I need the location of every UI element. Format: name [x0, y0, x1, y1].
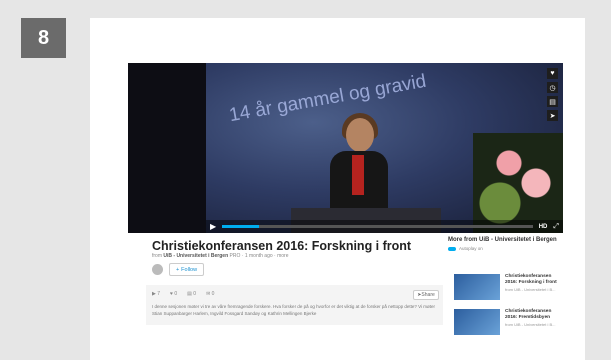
- clock-icon[interactable]: ◷: [547, 82, 558, 93]
- video-player[interactable]: 14 år gammel og gravid ♥ ◷ ▤ ➤ ▶ HD ⤢: [128, 63, 563, 233]
- video-frame: 14 år gammel og gravid: [206, 63, 563, 233]
- progress-bar[interactable]: [222, 225, 533, 228]
- related-title[interactable]: Christiekonferansen 2016: Forskning i fr…: [505, 274, 563, 286]
- byline-from: from: [152, 253, 162, 259]
- progress-fill: [222, 225, 260, 228]
- follow-button[interactable]: + Follow: [169, 263, 204, 276]
- byline: from UiB - Universitetet i Bergen PRO · …: [152, 253, 289, 259]
- speaker-scarf: [352, 155, 364, 195]
- related-item[interactable]: Christiekonferansen 2016: Forskning i fr…: [454, 274, 563, 300]
- heart-icon[interactable]: ♥: [547, 68, 558, 79]
- more-link[interactable]: more: [277, 253, 288, 259]
- autoplay-label: Autoplay on: [459, 246, 483, 252]
- stats: ▶ 7 ♥ 0 ▤ 0 ✉ 0: [152, 291, 214, 297]
- flowers: [473, 133, 563, 233]
- avatar[interactable]: [152, 264, 163, 275]
- follow-label: Follow: [181, 266, 198, 273]
- related-sidebar: More from UiB - Universitetet i Bergen A…: [448, 237, 563, 251]
- pro-badge: PRO: [229, 253, 241, 259]
- related-source: from UiB - Universitetet i B...: [505, 321, 556, 327]
- player-side-icons: ♥ ◷ ▤ ➤: [547, 68, 558, 121]
- slide-text: 14 år gammel og gravid: [227, 70, 428, 127]
- plus-icon: +: [175, 266, 180, 273]
- video-title: Christiekonferansen 2016: Forskning i fr…: [152, 239, 412, 253]
- share-button[interactable]: ➤ Share: [413, 290, 439, 300]
- video-description: I denne sesjonen møter vi tre av våre fr…: [152, 304, 436, 316]
- related-title[interactable]: Christiekonferansen 2016: Fremtidsbyen: [505, 309, 563, 321]
- related-item[interactable]: Christiekonferansen 2016: Fremtidsbyen f…: [454, 309, 563, 335]
- author-link[interactable]: UiB - Universitetet i Bergen: [163, 253, 228, 259]
- thumbnail[interactable]: [454, 309, 500, 335]
- autoplay-toggle[interactable]: Autoplay on: [448, 246, 563, 251]
- likes-stat[interactable]: ♥ 0: [170, 291, 177, 297]
- player-controls: ▶ HD ⤢: [206, 220, 563, 233]
- comments-stat[interactable]: ✉ 0: [206, 291, 214, 297]
- more-from-heading: More from UiB - Universitetet i Bergen: [448, 237, 557, 243]
- related-source: from UiB - Universitetet i B...: [505, 286, 556, 292]
- share-icon[interactable]: ➤: [547, 110, 558, 121]
- play-icon[interactable]: ▶: [210, 222, 216, 231]
- layers-icon[interactable]: ▤: [547, 96, 558, 107]
- fullscreen-icon[interactable]: ⤢: [553, 223, 559, 231]
- collections-stat[interactable]: ▤ 0: [187, 291, 196, 297]
- speaker-head: [346, 118, 374, 152]
- thumbnail[interactable]: [454, 274, 500, 300]
- hd-label[interactable]: HD: [539, 224, 548, 230]
- toggle-switch[interactable]: [448, 246, 456, 251]
- plays-stat: ▶ 7: [152, 291, 161, 297]
- step-badge: 8: [21, 18, 66, 58]
- stats-bar: ▶ 7 ♥ 0 ▤ 0 ✉ 0 ➤ Share I denne sesjonen…: [146, 285, 443, 325]
- time-ago: 1 month ago: [244, 253, 273, 259]
